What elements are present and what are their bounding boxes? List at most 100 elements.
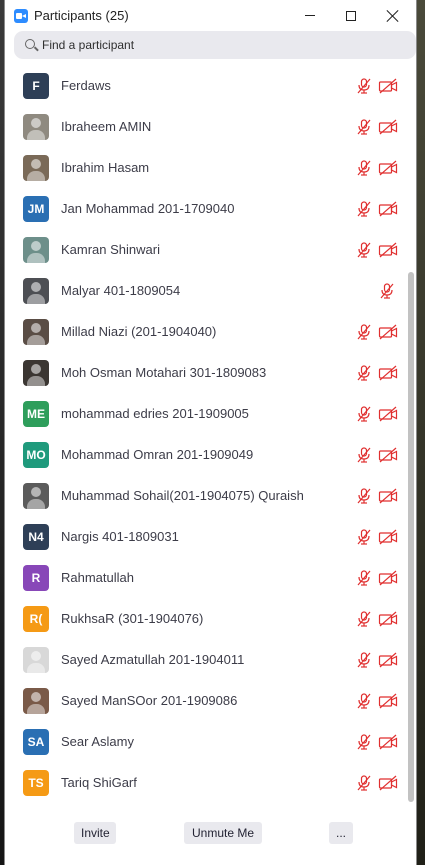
search-bar <box>14 31 416 59</box>
video-off-icon[interactable] <box>378 529 398 545</box>
background-edge-right <box>417 0 425 865</box>
muted-mic-icon[interactable] <box>355 651 373 669</box>
participant-row[interactable]: Muhammad Sohail(201-1904075) Quraish <box>5 476 405 517</box>
muted-mic-icon[interactable] <box>355 77 373 95</box>
participant-row[interactable]: Malyar 401-1809054 <box>5 271 405 312</box>
participant-name: mohammad edries 201-1909005 <box>61 406 249 421</box>
muted-mic-icon[interactable] <box>355 446 373 464</box>
participant-name: Sayed ManSOor 201-1909086 <box>61 693 238 708</box>
participant-name: Nargis 401-1809031 <box>61 529 179 544</box>
participant-name: Mohammad Omran 201-1909049 <box>61 447 254 462</box>
participant-row[interactable]: Sayed Azmatullah 201-1904011 <box>5 640 405 681</box>
avatar: TS <box>23 770 49 796</box>
more-options-button[interactable]: ... <box>329 822 353 844</box>
avatar <box>23 237 49 263</box>
video-off-icon[interactable] <box>378 447 398 463</box>
participant-row[interactable]: F Ferdaws <box>5 66 405 107</box>
close-icon <box>387 10 399 22</box>
video-off-icon[interactable] <box>378 119 398 135</box>
participant-row[interactable]: Ibrahim Hasam <box>5 148 405 189</box>
muted-mic-icon[interactable] <box>355 528 373 546</box>
scrollbar-thumb[interactable] <box>408 272 414 802</box>
participant-name: Jan Mohammad 201-1709040 <box>61 201 235 216</box>
video-off-icon[interactable] <box>378 201 398 217</box>
invite-button[interactable]: Invite <box>74 822 116 844</box>
muted-mic-icon[interactable] <box>355 323 373 341</box>
participant-row[interactable]: TS Tariq ShiGarf <box>5 763 405 804</box>
participant-name: Muhammad Sohail(201-1904075) Quraish <box>61 488 304 503</box>
participant-row[interactable]: MO Mohammad Omran 201-1909049 <box>5 435 405 476</box>
avatar: ME <box>23 401 49 427</box>
muted-mic-icon[interactable] <box>355 405 373 423</box>
avatar <box>23 483 49 509</box>
muted-mic-icon[interactable] <box>355 569 373 587</box>
video-off-icon[interactable] <box>378 324 398 340</box>
participant-row[interactable]: N4 Nargis 401-1809031 <box>5 517 405 558</box>
participants-window: Participants (25) F Ferdaws Ibraheem AMIN I… <box>4 0 417 865</box>
avatar: JM <box>23 196 49 222</box>
participant-name: Millad Niazi (201-1904040) <box>61 324 217 339</box>
scrollbar[interactable] <box>405 66 416 811</box>
video-off-icon[interactable] <box>378 242 398 258</box>
participant-row[interactable]: JM Jan Mohammad 201-1709040 <box>5 189 405 230</box>
muted-mic-icon[interactable] <box>355 487 373 505</box>
participant-row[interactable]: Millad Niazi (201-1904040) <box>5 312 405 353</box>
video-off-icon[interactable] <box>378 570 398 586</box>
avatar: N4 <box>23 524 49 550</box>
muted-mic-icon[interactable] <box>355 241 373 259</box>
muted-mic-icon[interactable] <box>355 774 373 792</box>
search-icon <box>25 39 35 49</box>
minimize-button[interactable] <box>290 2 330 29</box>
participant-row[interactable]: Sayed ManSOor 201-1909086 <box>5 681 405 722</box>
maximize-icon <box>346 10 356 21</box>
participant-name: Ibrahim Hasam <box>61 160 150 175</box>
video-off-icon[interactable] <box>378 693 398 709</box>
avatar <box>23 688 49 714</box>
muted-mic-icon[interactable] <box>355 610 373 628</box>
avatar: R <box>23 565 49 591</box>
participant-row[interactable]: R(RukhsaR (301-1904076) <box>5 599 405 640</box>
participant-name: Sayed Azmatullah 201-1904011 <box>61 652 245 667</box>
participant-row[interactable]: Ibraheem AMIN <box>5 107 405 148</box>
muted-mic-icon[interactable] <box>355 200 373 218</box>
maximize-button[interactable] <box>331 2 371 29</box>
video-off-icon[interactable] <box>378 406 398 422</box>
title-bar[interactable]: Participants (25) <box>5 0 416 31</box>
video-off-icon[interactable] <box>378 734 398 750</box>
participant-name: Tariq ShiGarf <box>61 775 137 790</box>
video-off-icon[interactable] <box>378 78 398 94</box>
participant-row[interactable]: R Rahmatullah <box>5 558 405 599</box>
unmute-me-button[interactable]: Unmute Me <box>184 822 262 844</box>
muted-mic-icon[interactable] <box>355 364 373 382</box>
participant-list: F Ferdaws Ibraheem AMIN Ibrahim Hasam JM Jan … <box>5 66 405 811</box>
footer-bar: Invite Unmute Me ... <box>5 818 416 848</box>
video-off-icon[interactable] <box>378 775 398 791</box>
participant-row[interactable]: Kamran Shinwari <box>5 230 405 271</box>
participant-name: Moh Osman Motahari 301-1809083 <box>61 365 267 380</box>
muted-mic-icon[interactable] <box>355 692 373 710</box>
muted-mic-icon[interactable] <box>355 118 373 136</box>
participant-name: RukhsaR (301-1904076) <box>61 611 204 626</box>
window-title: Participants (25) <box>34 8 129 23</box>
minimize-icon <box>305 15 315 16</box>
video-off-icon[interactable] <box>378 365 398 381</box>
participant-row[interactable]: Moh Osman Motahari 301-1809083 <box>5 353 405 394</box>
muted-mic-icon[interactable] <box>355 733 373 751</box>
search-input[interactable] <box>42 36 402 54</box>
avatar: F <box>23 73 49 99</box>
zoom-camera-icon <box>14 9 28 23</box>
participant-name: Malyar 401-1809054 <box>61 283 181 298</box>
participant-name: Ibraheem AMIN <box>61 119 152 134</box>
avatar <box>23 155 49 181</box>
participant-row[interactable]: SA Sear Aslamy <box>5 722 405 763</box>
avatar: MO <box>23 442 49 468</box>
avatar <box>23 647 49 673</box>
muted-mic-icon[interactable] <box>355 159 373 177</box>
video-off-icon[interactable] <box>378 611 398 627</box>
participant-row[interactable]: ME mohammad edries 201-1909005 <box>5 394 405 435</box>
muted-mic-icon[interactable] <box>378 282 396 300</box>
video-off-icon[interactable] <box>378 160 398 176</box>
video-off-icon[interactable] <box>378 652 398 668</box>
close-button[interactable] <box>373 2 413 29</box>
video-off-icon[interactable] <box>378 488 398 504</box>
